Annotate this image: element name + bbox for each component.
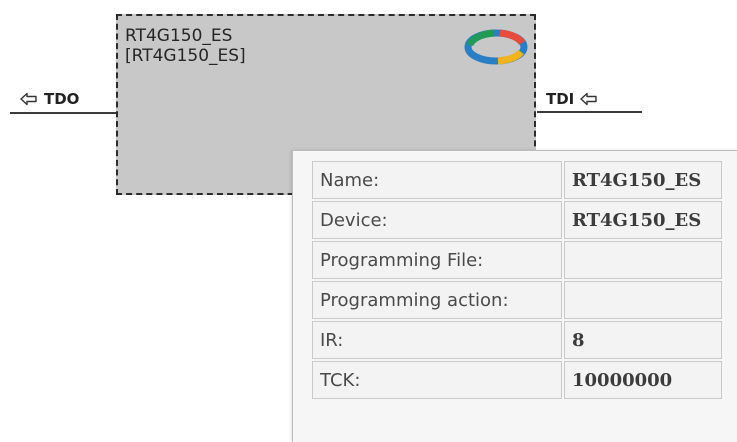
property-value	[564, 241, 722, 279]
hollow-arrow-icon	[20, 92, 37, 106]
jtag-chain-canvas: TDO TDI RT4G150_ES [RT4G150_ES] Name: RT4…	[0, 0, 737, 442]
property-label: TCK:	[312, 361, 562, 399]
device-name: RT4G150_ES	[125, 26, 233, 46]
hollow-arrow-icon	[580, 92, 597, 106]
property-row: Device: RT4G150_ES	[312, 201, 722, 239]
property-label: IR:	[312, 321, 562, 359]
tdi-port-label: TDI	[546, 90, 575, 108]
device-tooltip: Name: RT4G150_ES Device: RT4G150_ES Programm…	[292, 150, 737, 442]
property-value: 8	[564, 321, 722, 359]
property-row: IR: 8	[312, 321, 722, 359]
device-properties-table: Name: RT4G150_ES Device: RT4G150_ES Programm…	[310, 159, 724, 401]
microsemi-logo-icon	[464, 29, 528, 65]
property-label: Name:	[312, 161, 562, 199]
tdo-port: TDO	[20, 90, 79, 108]
property-row: TCK: 10000000	[312, 361, 722, 399]
property-value: RT4G150_ES	[564, 161, 722, 199]
property-row: Programming File:	[312, 241, 722, 279]
tdi-port: TDI	[546, 90, 598, 108]
tdo-wire	[10, 112, 117, 114]
property-value: 10000000	[564, 361, 722, 399]
property-value: RT4G150_ES	[564, 201, 722, 239]
property-row: Programming action:	[312, 281, 722, 319]
device-id: [RT4G150_ES]	[125, 46, 246, 66]
property-row: Name: RT4G150_ES	[312, 161, 722, 199]
property-label: Device:	[312, 201, 562, 239]
property-value	[564, 281, 722, 319]
tdi-wire	[537, 111, 642, 113]
tdo-port-label: TDO	[44, 90, 80, 108]
property-label: Programming action:	[312, 281, 562, 319]
property-label: Programming File:	[312, 241, 562, 279]
